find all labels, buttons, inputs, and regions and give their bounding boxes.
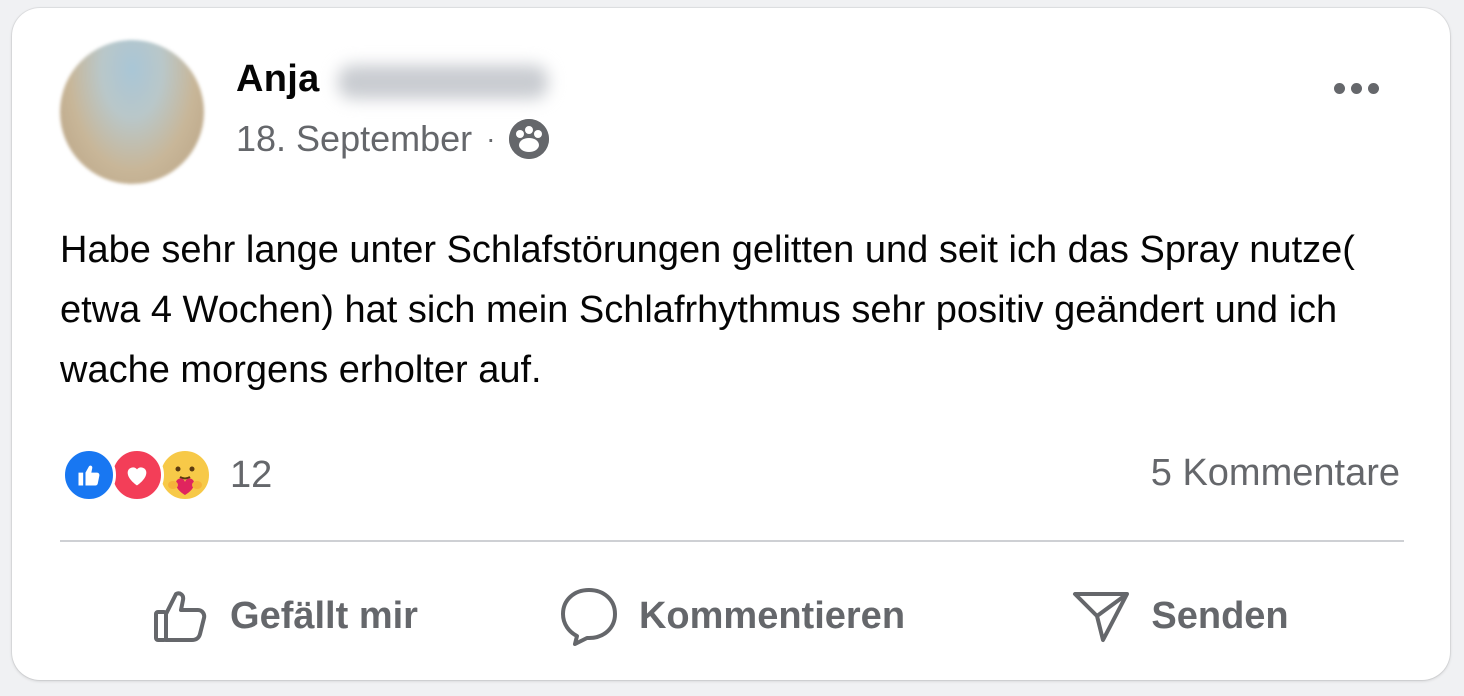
like-label: Gefällt mir <box>230 594 418 637</box>
send-label: Senden <box>1151 594 1289 637</box>
post-date[interactable]: 18. September <box>236 118 472 160</box>
comments-count-link[interactable]: 5 Kommentare <box>1151 452 1400 495</box>
like-reaction-icon <box>62 448 116 502</box>
love-reaction-icon <box>110 448 164 502</box>
meta-separator: · <box>486 123 496 154</box>
action-bar: Gefällt mir Kommentieren Senden <box>60 574 1404 658</box>
comment-label: Kommentieren <box>638 594 906 637</box>
divider <box>60 540 1404 542</box>
send-icon <box>1071 586 1131 646</box>
like-button[interactable]: Gefällt mir <box>60 574 508 658</box>
post-meta: 18. September · <box>236 118 550 160</box>
post-text: Habe sehr lange unter Schlafstörungen ge… <box>60 229 1355 391</box>
reactions-summary[interactable]: 12 <box>62 448 272 502</box>
more-dot <box>1333 82 1345 94</box>
author-surname-redacted <box>337 64 548 99</box>
more-dot <box>1367 82 1379 94</box>
post-card: Anja 18. September · Habe sehr lange unt… <box>12 8 1450 680</box>
author-avatar[interactable] <box>60 40 204 184</box>
more-options-icon[interactable] <box>1324 68 1388 108</box>
reaction-count: 12 <box>230 453 273 496</box>
author-name[interactable]: Anja <box>236 58 320 101</box>
comment-button[interactable]: Kommentieren <box>508 574 956 658</box>
author-line: Anja <box>236 58 548 101</box>
care-reaction-icon <box>158 448 212 502</box>
group-icon <box>509 119 550 159</box>
send-button[interactable]: Senden <box>956 574 1404 658</box>
thumbs-up-icon <box>150 586 210 646</box>
comment-bubble-icon <box>559 586 619 646</box>
more-dot <box>1350 82 1362 94</box>
